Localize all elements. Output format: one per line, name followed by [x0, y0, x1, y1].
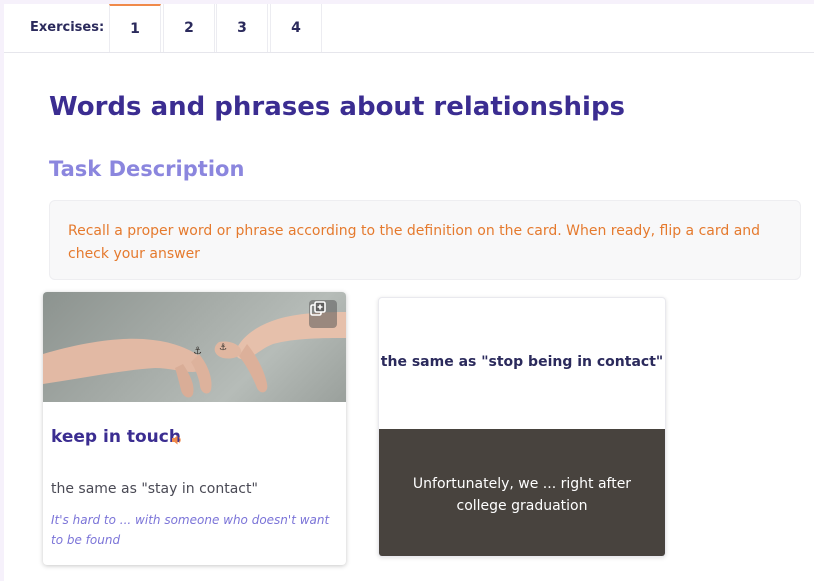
svg-text:⚓: ⚓: [193, 346, 202, 357]
exercise-tabs: Exercises: 1 2 3 4: [4, 4, 814, 53]
flashcard-keep-in-touch[interactable]: ⚓ ⚓ keep in touch the same as "stay in c…: [43, 292, 346, 565]
card-definition: the same as "stop being in contact": [380, 354, 664, 370]
tab-exercise-2[interactable]: 2: [163, 4, 215, 52]
svg-text:⚓: ⚓: [219, 343, 227, 353]
card-example-panel: Unfortunately, we ... right after colleg…: [379, 429, 665, 556]
flashcard-stop-contact[interactable]: the same as "stop being in contact" Unfo…: [378, 297, 666, 557]
tab-exercise-1[interactable]: 1: [109, 4, 161, 52]
task-description-text: Recall a proper word or phrase according…: [68, 223, 761, 262]
task-description-heading: Task Description: [49, 157, 245, 181]
copy-icon[interactable]: [309, 300, 337, 328]
tabs-label: Exercises:: [30, 20, 105, 35]
task-description-box: Recall a proper word or phrase according…: [49, 200, 801, 280]
card-definition: the same as "stay in contact": [51, 481, 258, 497]
page-title: Words and phrases about relationships: [49, 92, 626, 122]
card-word: keep in touch: [51, 427, 181, 447]
card-example: Unfortunately, we ... right after colleg…: [412, 476, 632, 514]
tab-exercise-4[interactable]: 4: [270, 4, 322, 52]
card-example: It's hard to ... with someone who doesn'…: [51, 513, 330, 547]
speaker-icon[interactable]: [171, 431, 183, 445]
tab-exercise-3[interactable]: 3: [216, 4, 268, 52]
exercise-page: Exercises: 1 2 3 4 Words and phrases abo…: [4, 4, 814, 581]
hands-pinky-promise-image: ⚓ ⚓: [43, 292, 346, 402]
